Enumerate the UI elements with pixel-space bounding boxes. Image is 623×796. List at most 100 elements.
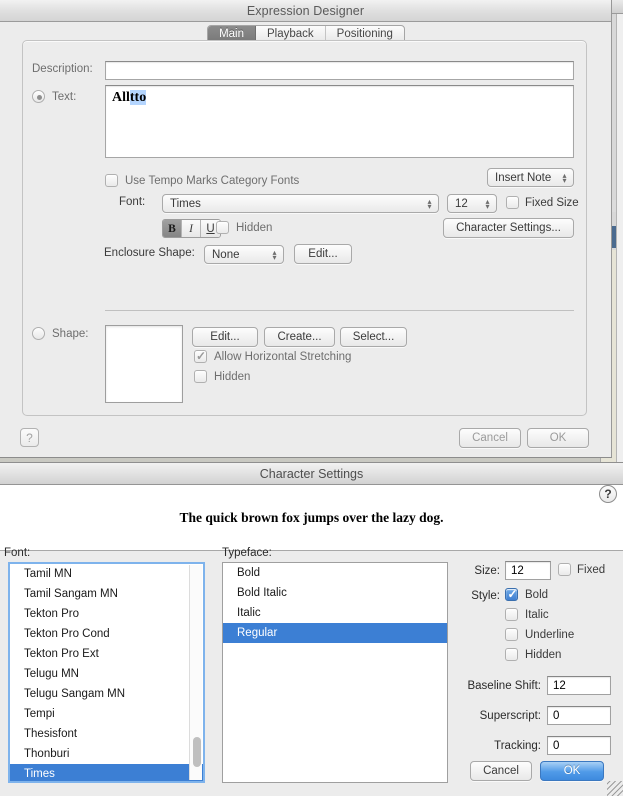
- help-icon[interactable]: ?: [599, 485, 617, 503]
- style-button-group[interactable]: B I U: [162, 219, 221, 238]
- description-input[interactable]: [105, 61, 574, 80]
- list-item[interactable]: Tekton Pro Ext: [10, 644, 203, 664]
- bold-button[interactable]: B: [163, 220, 182, 237]
- list-item-selected[interactable]: Times: [10, 764, 203, 783]
- enclosure-edit-button[interactable]: Edit...: [294, 244, 352, 264]
- ok-button[interactable]: OK: [527, 428, 589, 448]
- shape-create-button[interactable]: Create...: [264, 327, 335, 347]
- font-preview-text: The quick brown fox jumps over the lazy …: [180, 510, 444, 526]
- cancel-button[interactable]: Cancel: [459, 428, 521, 448]
- expression-text-selection: tto: [130, 90, 146, 105]
- text-radio-row[interactable]: Text:: [32, 90, 76, 103]
- baseline-shift-label: Baseline Shift:: [455, 680, 541, 692]
- tracking-input[interactable]: 0: [547, 736, 611, 755]
- shape-radio-row[interactable]: Shape:: [32, 327, 88, 340]
- list-item[interactable]: Tamil Sangam MN: [10, 584, 203, 604]
- character-settings-titlebar[interactable]: Character Settings: [0, 463, 623, 485]
- character-settings-window: Character Settings The quick brown fox j…: [0, 462, 623, 796]
- font-size-popup[interactable]: 12 ▴▾: [447, 194, 497, 213]
- hidden-checkbox[interactable]: [505, 648, 518, 661]
- list-item[interactable]: Telugu MN: [10, 664, 203, 684]
- cancel-button[interactable]: Cancel: [470, 761, 532, 781]
- style-underline-row[interactable]: Underline: [505, 628, 574, 641]
- scrollbar-thumb[interactable]: [193, 737, 201, 767]
- typeface-list[interactable]: Bold Bold Italic Italic Regular: [222, 562, 448, 783]
- fixed-checkbox[interactable]: [558, 563, 571, 576]
- list-item[interactable]: Bold: [223, 563, 447, 583]
- expression-text-area[interactable]: Alltto: [105, 85, 574, 158]
- hidden-shape-checkbox[interactable]: [194, 370, 207, 383]
- section-divider: [105, 310, 574, 311]
- bold-checkbox[interactable]: [505, 588, 518, 601]
- font-popup[interactable]: Times ▴▾: [162, 194, 439, 213]
- hidden-text-row[interactable]: Hidden: [216, 221, 272, 234]
- baseline-shift-input[interactable]: 12: [547, 676, 611, 695]
- list-item[interactable]: Thonburi: [10, 744, 203, 764]
- expression-designer-titlebar[interactable]: Expression Designer: [0, 0, 611, 22]
- allow-horizontal-stretching-checkbox[interactable]: [194, 350, 207, 363]
- window-title: Expression Designer: [247, 4, 364, 18]
- style-hidden-row[interactable]: Hidden: [505, 648, 561, 661]
- use-tempo-marks-label: Use Tempo Marks Category Fonts: [125, 175, 299, 187]
- insert-note-popup[interactable]: Insert Note ▴▾: [487, 168, 574, 187]
- expression-text-plain: All: [112, 90, 130, 105]
- list-item[interactable]: Bold Italic: [223, 583, 447, 603]
- underline-label: Underline: [525, 629, 574, 641]
- underline-checkbox[interactable]: [505, 628, 518, 641]
- updown-arrows-icon: ▴▾: [425, 199, 434, 209]
- list-item-selected[interactable]: Regular: [223, 623, 447, 643]
- shape-select-button[interactable]: Select...: [340, 327, 407, 347]
- fixed-label: Fixed: [577, 564, 605, 576]
- list-item[interactable]: Tekton Pro Cond: [10, 624, 203, 644]
- shape-edit-button[interactable]: Edit...: [192, 327, 258, 347]
- ok-button[interactable]: OK: [540, 761, 604, 781]
- character-settings-title: Character Settings: [260, 467, 364, 481]
- font-size-value: 12: [455, 198, 479, 210]
- resize-grip[interactable]: [607, 781, 623, 796]
- fixed-row[interactable]: Fixed: [558, 563, 605, 576]
- font-label: Font:: [119, 196, 145, 208]
- hidden-text-label: Hidden: [236, 222, 272, 234]
- hidden-shape-label: Hidden: [214, 371, 250, 383]
- typeface-list-label: Typeface:: [222, 547, 272, 559]
- hidden-text-checkbox[interactable]: [216, 221, 229, 234]
- character-settings-button[interactable]: Character Settings...: [443, 218, 574, 238]
- screen-root: Expression Designer Main Playback Positi…: [0, 0, 623, 796]
- use-tempo-marks-row[interactable]: Use Tempo Marks Category Fonts: [105, 174, 299, 187]
- font-list[interactable]: Tamil MN Tamil Sangam MN Tekton Pro Tekt…: [8, 562, 205, 783]
- hidden-shape-row[interactable]: Hidden: [194, 370, 250, 383]
- style-italic-row[interactable]: Italic: [505, 608, 549, 621]
- list-item[interactable]: Tempi: [10, 704, 203, 724]
- size-input[interactable]: 12: [505, 561, 551, 580]
- list-item[interactable]: Italic: [223, 603, 447, 623]
- font-list-label: Font:: [4, 547, 30, 559]
- description-label: Description:: [32, 63, 93, 75]
- style-bold-row[interactable]: Bold: [505, 588, 548, 601]
- enclosure-shape-value: None: [212, 249, 266, 261]
- description-row: Description:: [32, 63, 93, 75]
- superscript-input[interactable]: 0: [547, 706, 611, 725]
- size-label: Size:: [466, 565, 500, 577]
- italic-checkbox[interactable]: [505, 608, 518, 621]
- shape-preview-well[interactable]: [105, 325, 183, 403]
- use-tempo-marks-checkbox[interactable]: [105, 174, 118, 187]
- italic-button[interactable]: I: [182, 220, 201, 237]
- shape-radio-button[interactable]: [32, 327, 45, 340]
- background-window-edge: [616, 0, 623, 470]
- updown-arrows-icon: ▴▾: [270, 250, 279, 260]
- enclosure-shape-popup[interactable]: None ▴▾: [204, 245, 284, 264]
- expression-designer-window: Expression Designer Main Playback Positi…: [0, 0, 612, 458]
- list-item[interactable]: Thesisfont: [10, 724, 203, 744]
- text-radio-label: Text:: [52, 91, 76, 103]
- fixed-size-checkbox[interactable]: [506, 196, 519, 209]
- help-button[interactable]: ?: [20, 428, 39, 447]
- tracking-label: Tracking:: [455, 740, 541, 752]
- shape-radio-label: Shape:: [52, 328, 88, 340]
- text-radio-button[interactable]: [32, 90, 45, 103]
- fixed-size-row[interactable]: Fixed Size: [506, 196, 579, 209]
- font-list-scrollbar[interactable]: [189, 565, 202, 780]
- list-item[interactable]: Tekton Pro: [10, 604, 203, 624]
- list-item[interactable]: Telugu Sangam MN: [10, 684, 203, 704]
- allow-stretch-row[interactable]: Allow Horizontal Stretching: [194, 350, 351, 363]
- list-item[interactable]: Tamil MN: [10, 564, 203, 584]
